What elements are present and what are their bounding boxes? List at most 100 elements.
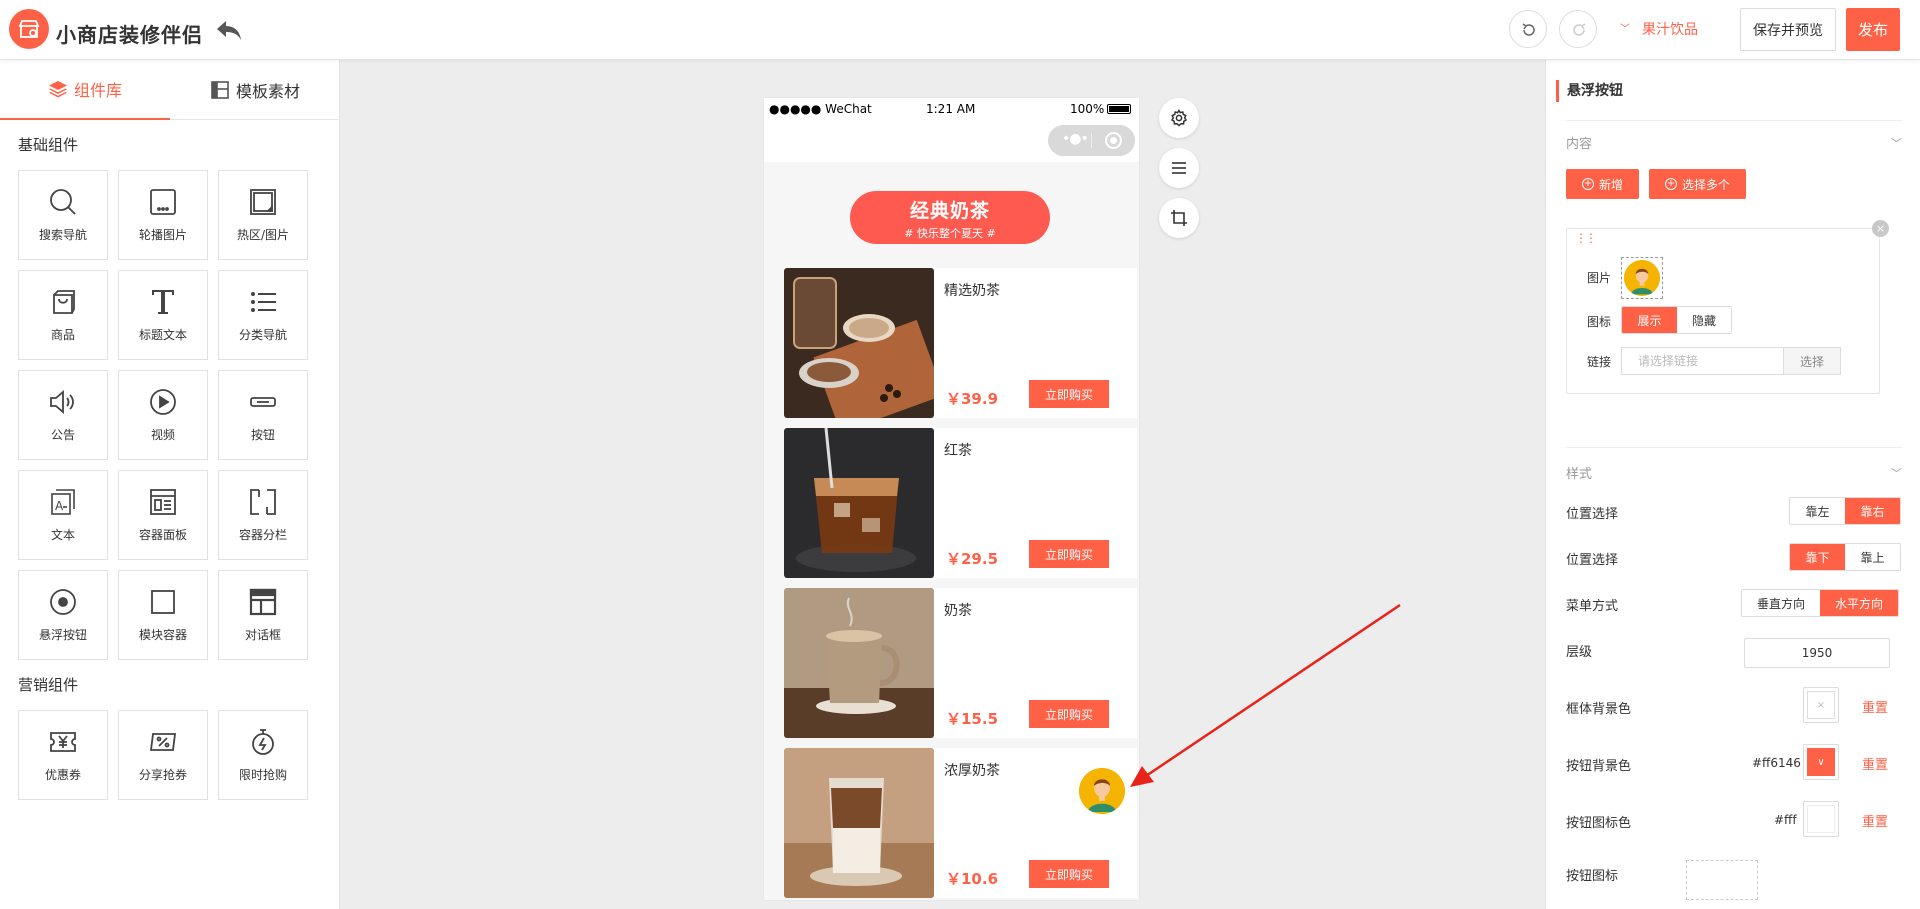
frame-bg-label: 框体背景色 <box>1566 702 1632 717</box>
product-image <box>784 748 934 898</box>
image-label: 图片 <box>1587 271 1612 285</box>
component-module-container[interactable]: 模块容器 <box>118 570 208 660</box>
component-label: 搜索导航 <box>38 228 87 242</box>
component-coupon[interactable]: 优惠券 <box>18 710 108 800</box>
product-card[interactable]: 红茶 ￥29.5 立即购买 <box>784 428 1137 578</box>
align-left-option[interactable]: 靠左 <box>1790 498 1845 524</box>
hotspot-image-icon <box>250 189 276 215</box>
component-carousel[interactable]: 轮播图片 <box>118 170 208 260</box>
button-icon-color-reset[interactable]: 重置 <box>1862 811 1888 830</box>
component-floating-button[interactable]: 悬浮按钮 <box>18 570 108 660</box>
status-time: 1:21 AM <box>926 102 976 116</box>
section-label: 样式 <box>1566 467 1593 482</box>
mini-program-capsule[interactable]: •●• <box>1048 125 1135 156</box>
link-input[interactable]: 请选择链接 <box>1621 347 1783 375</box>
empty-color-icon: × <box>1807 691 1835 719</box>
buy-now-button[interactable]: 立即购买 <box>1029 860 1109 888</box>
save-preview-button[interactable]: 保存并预览 <box>1740 8 1836 51</box>
category-list-icon <box>251 292 276 312</box>
component-product[interactable]: 商品 <box>18 270 108 360</box>
z-index-label: 层级 <box>1566 645 1593 660</box>
top-bar: 小商店装修伴侣 ﹀ 果汁饮品 保存并预览 发布 <box>0 0 1920 60</box>
component-panel: 组件库 模板素材 基础组件 搜索导航 轮播图片 热区/图片 商品 标题文本 分类… <box>0 60 340 909</box>
button-label: 选择多个 <box>1681 177 1730 192</box>
button-icon-picker[interactable] <box>1686 860 1758 900</box>
show-option[interactable]: 展示 <box>1622 307 1677 333</box>
product-card[interactable]: 浓厚奶茶 ￥10.6 立即购买 <box>784 748 1137 898</box>
undo-button[interactable] <box>1509 10 1547 48</box>
choose-link-button[interactable]: 选择 <box>1783 347 1841 375</box>
floating-avatar-button[interactable] <box>1079 768 1125 814</box>
product-card[interactable]: 奶茶 ￥15.5 立即购买 <box>784 588 1137 738</box>
product-card[interactable]: 精选奶茶 ￥39.9 立即购买 <box>784 268 1137 418</box>
close-icon[interactable]: × <box>1872 220 1889 237</box>
product-name: 奶茶 <box>944 603 972 619</box>
vertical-option[interactable]: 垂直方向 <box>1742 590 1820 616</box>
component-title-text[interactable]: 标题文本 <box>118 270 208 360</box>
undo-back-icon[interactable] <box>214 18 244 44</box>
page-settings-button[interactable] <box>1159 98 1199 138</box>
divider <box>1566 120 1902 121</box>
chevron-down-icon: ﹀ <box>1891 467 1902 480</box>
video-play-icon <box>150 389 176 415</box>
position-v-toggle: 靠下 靠上 <box>1789 543 1901 571</box>
content-section-header[interactable]: 内容 ﹀ <box>1566 133 1902 153</box>
component-category-nav[interactable]: 分类导航 <box>218 270 308 360</box>
component-share-coupon[interactable]: 分享抢券 <box>118 710 208 800</box>
image-picker[interactable] <box>1621 257 1663 299</box>
icon-label: 图标 <box>1587 315 1612 329</box>
component-button[interactable]: 按钮 <box>218 370 308 460</box>
component-text[interactable]: A 文本 <box>18 470 108 560</box>
buy-now-button[interactable]: 立即购买 <box>1029 380 1109 408</box>
component-notice[interactable]: 公告 <box>18 370 108 460</box>
button-icon <box>250 397 276 407</box>
product-price: ￥29.5 <box>946 550 999 568</box>
component-list-button[interactable] <box>1159 148 1199 188</box>
align-top-option[interactable]: 靠上 <box>1845 544 1900 570</box>
component-flash-sale[interactable]: 限时抢购 <box>218 710 308 800</box>
button-bg-reset[interactable]: 重置 <box>1862 754 1888 773</box>
crop-frame-button[interactable] <box>1159 198 1199 238</box>
select-multiple-button[interactable]: + 选择多个 <box>1649 169 1746 199</box>
component-label: 容器面板 <box>138 528 187 542</box>
tab-components[interactable]: 组件库 <box>0 60 170 120</box>
z-index-input[interactable]: 1950 <box>1744 638 1890 668</box>
frame-bg-color-swatch[interactable]: × <box>1803 687 1839 723</box>
frame-bg-reset[interactable]: 重置 <box>1862 697 1888 716</box>
button-icon-color-hex: #fff <box>1774 813 1797 827</box>
position-h-toggle: 靠左 靠右 <box>1789 497 1901 525</box>
component-label: 热区/图片 <box>236 228 290 242</box>
buy-now-button[interactable]: 立即购买 <box>1029 700 1109 728</box>
buy-now-button[interactable]: 立即购买 <box>1029 540 1109 568</box>
tab-templates[interactable]: 模板素材 <box>170 60 340 120</box>
component-search-nav[interactable]: 搜索导航 <box>18 170 108 260</box>
section-label: 内容 <box>1566 137 1593 152</box>
divider <box>1566 447 1902 448</box>
carrier-signal: ●●●●● WeChat <box>769 102 872 116</box>
component-video[interactable]: 视频 <box>118 370 208 460</box>
template-icon <box>211 81 229 99</box>
menu-mode-label: 菜单方式 <box>1566 599 1619 614</box>
store-name: 果汁饮品 <box>1642 22 1698 38</box>
align-bottom-option[interactable]: 靠下 <box>1790 544 1845 570</box>
store-selector[interactable]: ﹀ 果汁饮品 <box>1620 19 1698 39</box>
drag-handle-icon[interactable]: ⋮⋮ <box>1575 232 1597 244</box>
style-section-header[interactable]: 样式 ﹀ <box>1566 463 1902 483</box>
redo-button[interactable] <box>1559 10 1597 48</box>
component-label: 公告 <box>50 428 75 442</box>
publish-button[interactable]: 发布 <box>1846 8 1900 51</box>
component-hotspot-image[interactable]: 热区/图片 <box>218 170 308 260</box>
title-banner[interactable]: 经典奶茶 # 快乐整个夏天 # <box>850 191 1050 244</box>
position-h-label: 位置选择 <box>1566 507 1619 522</box>
button-bg-label: 按钮背景色 <box>1566 759 1632 774</box>
button-bg-color-swatch[interactable]: ∨ <box>1803 744 1839 780</box>
hide-option[interactable]: 隐藏 <box>1677 307 1731 333</box>
component-container-columns[interactable]: 容器分栏 <box>218 470 308 560</box>
coupon-icon <box>50 732 76 752</box>
horizontal-option[interactable]: 水平方向 <box>1820 590 1898 616</box>
component-container-panel[interactable]: 容器面板 <box>118 470 208 560</box>
component-dialog[interactable]: 对话框 <box>218 570 308 660</box>
add-item-button[interactable]: + 新增 <box>1566 169 1639 199</box>
button-icon-color-swatch[interactable] <box>1803 801 1839 837</box>
align-right-option[interactable]: 靠右 <box>1845 498 1900 524</box>
